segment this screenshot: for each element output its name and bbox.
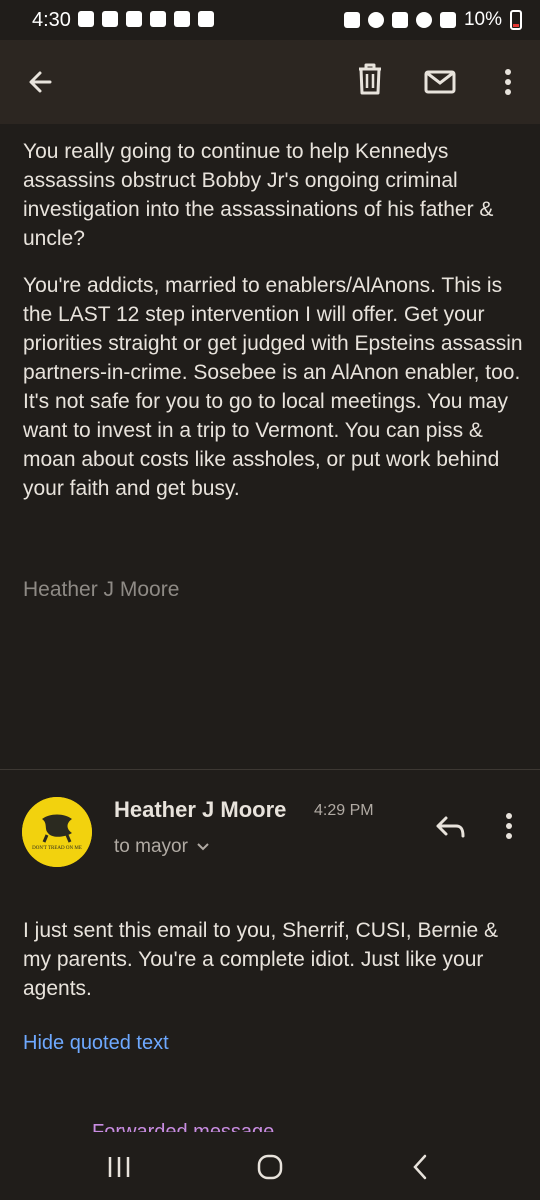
folder-icon: [150, 11, 166, 27]
back-icon[interactable]: [408, 1152, 432, 1182]
quoted-signature: Heather J Moore: [23, 578, 180, 601]
svg-text:DON'T TREAD ON ME: DON'T TREAD ON ME: [32, 846, 82, 851]
lock-icon: [343, 12, 360, 28]
more-vertical-icon[interactable]: [494, 808, 524, 844]
snake-logo-icon: DON'T TREAD ON ME: [22, 797, 92, 867]
mute-icon: [391, 12, 408, 28]
more-vertical-icon[interactable]: [488, 62, 528, 102]
recents-icon[interactable]: [104, 1154, 134, 1180]
chevron-down-icon: [197, 843, 209, 851]
message-divider: [0, 769, 540, 770]
quoted-paragraph-2: You're addicts, married to enablers/AlAn…: [23, 274, 523, 500]
email-toolbar: [0, 40, 540, 124]
signal-icon: [439, 12, 456, 28]
sender-name[interactable]: Heather J Moore: [114, 797, 286, 823]
reply-icon[interactable]: [432, 808, 468, 844]
image-icon: [198, 11, 214, 27]
battery-icon: [510, 10, 522, 30]
wifi-icon: [415, 12, 432, 28]
home-icon[interactable]: [255, 1152, 285, 1182]
recipient-details[interactable]: to mayor: [114, 836, 210, 858]
system-navigation-bar: [0, 1134, 540, 1200]
alert-icon: [78, 11, 94, 27]
notification-icons: [78, 11, 214, 27]
trash-icon[interactable]: [352, 60, 388, 100]
checkbox-icon: [174, 11, 190, 27]
message-time: 4:29 PM: [314, 802, 374, 819]
message-body: I just sent this email to you, Sherrif, …: [23, 919, 499, 1000]
forwarded-message-label: Forwarded message: [92, 1121, 275, 1132]
youtube-icon: [102, 11, 118, 27]
alarm-icon: [367, 12, 384, 28]
avatar[interactable]: DON'T TREAD ON ME: [22, 797, 92, 867]
arrow-left-icon[interactable]: [24, 62, 64, 102]
status-bar: 4:30 10%: [0, 0, 540, 40]
quoted-paragraph-1: You really going to continue to help Ken…: [23, 140, 494, 250]
status-time: 4:30: [32, 9, 71, 31]
youtube-icon: [126, 11, 142, 27]
mail-icon[interactable]: [420, 62, 460, 102]
hide-quoted-text-link[interactable]: Hide quoted text: [23, 1032, 169, 1055]
battery-percent: 10%: [463, 9, 502, 30]
system-icons: 10%: [343, 9, 522, 31]
recipient-label: to mayor: [114, 836, 188, 857]
